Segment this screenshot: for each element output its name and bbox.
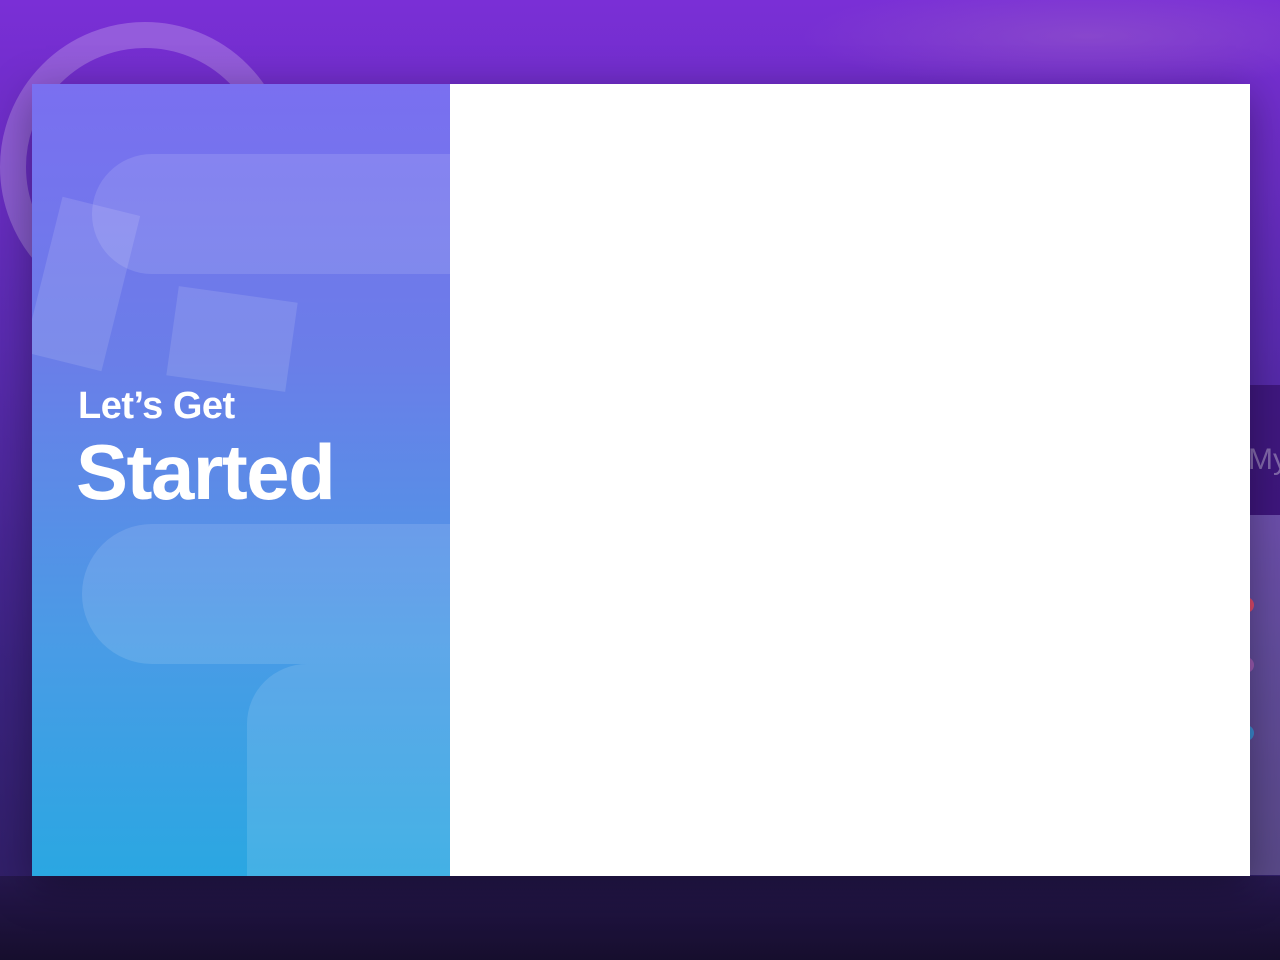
heading-lets-get: Let’s Get bbox=[78, 385, 235, 427]
background-app-title: My bbox=[1248, 443, 1280, 476]
onboarding-hero-panel: Let’s Get Started bbox=[32, 84, 450, 876]
hero-photo-arm bbox=[82, 524, 450, 664]
hero-photo-hand bbox=[92, 154, 450, 274]
hero-photo-package-label bbox=[166, 286, 298, 392]
background-plant-photo bbox=[800, 0, 1280, 90]
background-app-list bbox=[1238, 515, 1280, 875]
heading-started: Started bbox=[76, 428, 336, 516]
hero-photo-knee bbox=[247, 664, 450, 876]
background-app-header: My bbox=[1246, 385, 1280, 515]
hero-photo-box bbox=[32, 196, 141, 372]
background-floor-photo bbox=[0, 876, 1280, 960]
onboarding-modal: Let’s Get Started bbox=[32, 84, 1250, 876]
onboarding-content-area bbox=[450, 84, 1250, 876]
